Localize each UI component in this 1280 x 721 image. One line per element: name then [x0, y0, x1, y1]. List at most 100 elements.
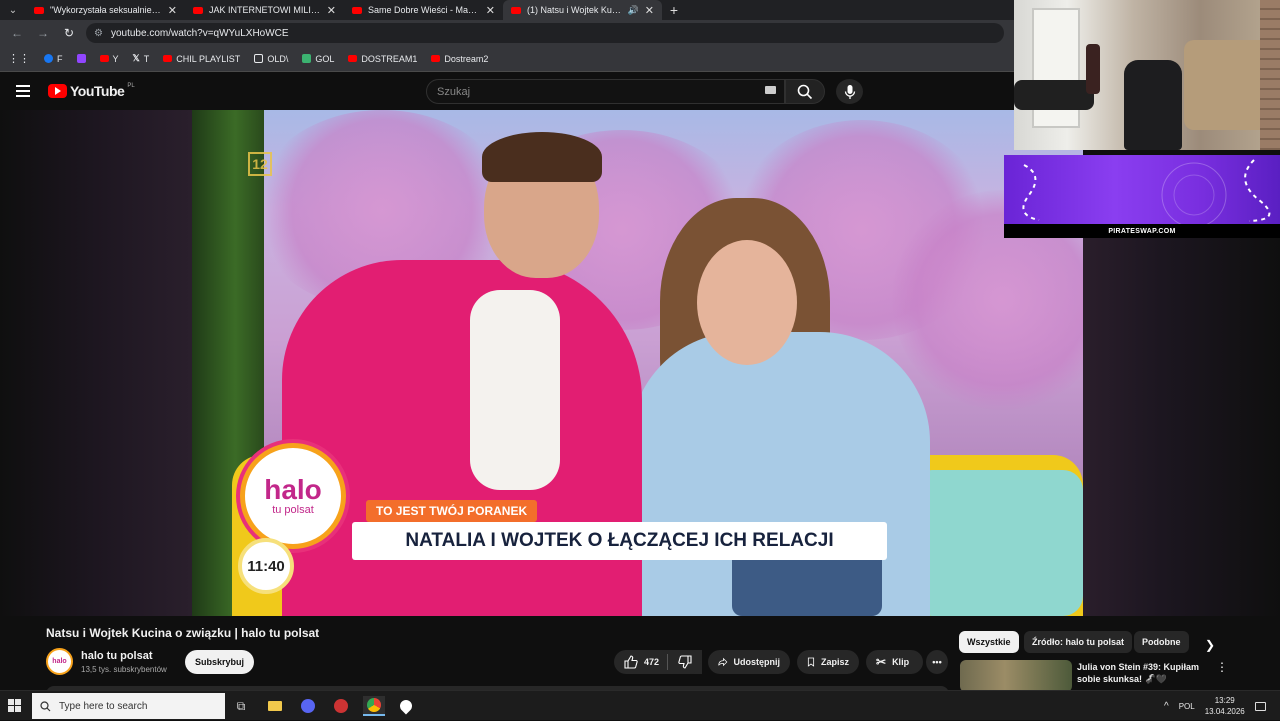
youtube-icon — [34, 6, 44, 14]
speaker-icon[interactable]: 🔊 — [628, 5, 639, 16]
bookmark-item[interactable]: CHIL PLAYLIST — [163, 54, 240, 64]
sponsor-banner: PIRATESWAP.COM — [1004, 155, 1280, 238]
browser-tab[interactable]: JAK INTERNETOWI MILIONERZY ✕ — [185, 0, 344, 20]
tray-chevron-up-icon[interactable]: ^ — [1164, 701, 1169, 712]
taskbar-clock[interactable]: 13:29 13.04.2026 — [1205, 695, 1245, 717]
age-rating-badge: 12 — [248, 152, 272, 176]
more-actions-button[interactable]: ••• — [926, 650, 948, 674]
ambient-glow-left — [0, 110, 192, 616]
bookmark-item[interactable]: 𝕏T — [133, 53, 150, 64]
webcam-microphone — [1086, 44, 1100, 94]
youtube-icon — [348, 55, 358, 62]
windows-start-icon[interactable] — [8, 699, 22, 713]
address-bar[interactable]: ⚙ youtube.com/watch?v=qWYuLXHoWCE — [86, 23, 1004, 43]
task-view-icon[interactable]: ⧉ — [230, 696, 252, 716]
bookmark-item[interactable]: F — [44, 54, 63, 64]
browser-tab[interactable]: "Wykorzystała seksualnie nasze ✕ — [26, 0, 185, 20]
chrome-icon[interactable] — [363, 696, 385, 716]
lower-third-headline: NATALIA I WOJTEK O ŁĄCZĄCEJ ICH RELACJI — [352, 522, 887, 560]
dislike-button[interactable] — [669, 650, 701, 674]
bookmark-item[interactable]: Dostream2 — [431, 54, 488, 64]
close-icon[interactable]: ✕ — [645, 4, 654, 17]
browser-tab[interactable]: Same Dobre Wieści - Magazyn ✕ — [344, 0, 503, 20]
chevron-right-icon[interactable]: ❯ — [1205, 638, 1215, 652]
bookmark-item[interactable]: Y — [99, 54, 119, 64]
share-button[interactable]: Udostępnij — [708, 650, 790, 674]
tab-search-chevron-icon[interactable]: ⌄ — [0, 0, 26, 20]
chip-all[interactable]: Wszystkie — [959, 631, 1019, 653]
url-text: youtube.com/watch?v=qWYuLXHoWCE — [110, 27, 289, 39]
apps-grid-icon[interactable]: ⋮⋮ — [8, 52, 30, 65]
youtube-play-icon — [48, 84, 67, 98]
channel-avatar[interactable]: halo — [46, 648, 73, 675]
close-icon[interactable]: ✕ — [168, 4, 177, 17]
bookmark-item[interactable] — [76, 54, 86, 63]
more-horizontal-icon: ••• — [932, 657, 942, 667]
lower-third-kicker: TO JEST TWÓJ PORANEK — [366, 500, 538, 522]
keyboard-icon[interactable] — [765, 86, 776, 94]
bookmark-item[interactable]: OLD\ — [254, 54, 288, 64]
search-icon — [797, 84, 813, 99]
taskbar-search-input[interactable]: Type here to search — [32, 693, 225, 719]
broadcast-clock: 11:40 — [238, 538, 294, 594]
video-player[interactable]: 12 halo tu polsat 11:40 TO JEST TWÓJ POR… — [192, 110, 1083, 616]
more-vertical-icon[interactable]: ⋮ — [1216, 660, 1228, 674]
location-pin-icon[interactable] — [395, 696, 417, 716]
youtube-icon — [99, 55, 109, 62]
app-icon[interactable] — [330, 696, 352, 716]
bookmark-item[interactable]: DOSTREAM1 — [348, 54, 417, 64]
voice-search-button[interactable] — [836, 79, 863, 104]
youtube-icon — [511, 6, 521, 14]
banner-pattern — [1022, 159, 1271, 228]
show-logo: halo tu polsat — [240, 443, 346, 549]
search-input[interactable]: Szukaj — [426, 79, 785, 104]
menu-icon[interactable] — [16, 85, 30, 97]
tab-title: (1) Natsu i Wojtek Kucina o — [527, 5, 622, 15]
microphone-icon — [844, 84, 855, 99]
tab-title: "Wykorzystała seksualnie nasze — [50, 5, 162, 15]
banner-artwork — [1004, 155, 1280, 228]
subscriber-count: 13,5 tys. subskrybentów — [81, 665, 167, 674]
chip-related[interactable]: Podobne — [1134, 631, 1189, 653]
woman-face — [697, 240, 797, 365]
webcam-window — [1032, 8, 1080, 128]
webcam-brick-wall — [1260, 0, 1280, 150]
forward-arrow-icon[interactable]: → — [34, 26, 52, 40]
man-shirt — [470, 290, 560, 490]
man-hair — [482, 132, 602, 182]
youtube-logo[interactable]: YouTube PL — [48, 83, 135, 99]
bookmarks-bar: ⋮⋮ F Y 𝕏T CHIL PLAYLIST OLD\ GOL DOSTREA… — [0, 46, 1014, 72]
youtube-icon — [193, 6, 203, 14]
search-button[interactable] — [785, 79, 825, 104]
browser-tab-active[interactable]: (1) Natsu i Wojtek Kucina o 🔊 ✕ — [503, 0, 662, 20]
site-info-icon[interactable]: ⚙ — [94, 28, 103, 39]
recommendation-title[interactable]: Julia von Stein #39: Kupiłam sobie skunk… — [1077, 661, 1207, 685]
recommendation-thumbnail[interactable] — [960, 660, 1072, 692]
file-explorer-icon[interactable] — [264, 696, 286, 716]
youtube-icon — [431, 55, 441, 62]
banner-text: PIRATESWAP.COM — [1108, 227, 1176, 235]
webcam-overlay — [1014, 0, 1280, 150]
folder-icon — [254, 54, 264, 63]
clip-button[interactable]: ✂ Klip — [866, 650, 923, 674]
bookmark-item[interactable]: GOL — [302, 54, 334, 64]
share-arrow-icon — [718, 657, 728, 667]
reload-icon[interactable]: ↻ — [60, 26, 78, 40]
save-button[interactable]: Zapisz — [797, 650, 859, 674]
close-icon[interactable]: ✕ — [486, 4, 495, 17]
browser-tab-strip: ⌄ "Wykorzystała seksualnie nasze ✕ JAK I… — [0, 0, 1014, 20]
channel-name[interactable]: halo tu polsat — [81, 650, 153, 662]
subscribe-button[interactable]: Subskrybuj — [185, 650, 254, 674]
discord-icon[interactable] — [297, 696, 319, 716]
chip-source[interactable]: Źródło: halo tu polsat — [1024, 631, 1132, 653]
youtube-icon — [163, 55, 173, 62]
notification-icon[interactable] — [1254, 701, 1266, 711]
video-title: Natsu i Wojtek Kucina o związku | halo t… — [46, 626, 320, 640]
language-indicator[interactable]: POL — [1179, 702, 1195, 711]
close-icon[interactable]: ✕ — [327, 4, 336, 17]
x-icon: 𝕏 — [132, 53, 140, 63]
scissors-icon: ✂ — [876, 655, 887, 669]
like-divider — [667, 654, 668, 670]
back-arrow-icon[interactable]: ← — [8, 26, 26, 40]
new-tab-plus-icon[interactable]: + — [662, 2, 686, 18]
